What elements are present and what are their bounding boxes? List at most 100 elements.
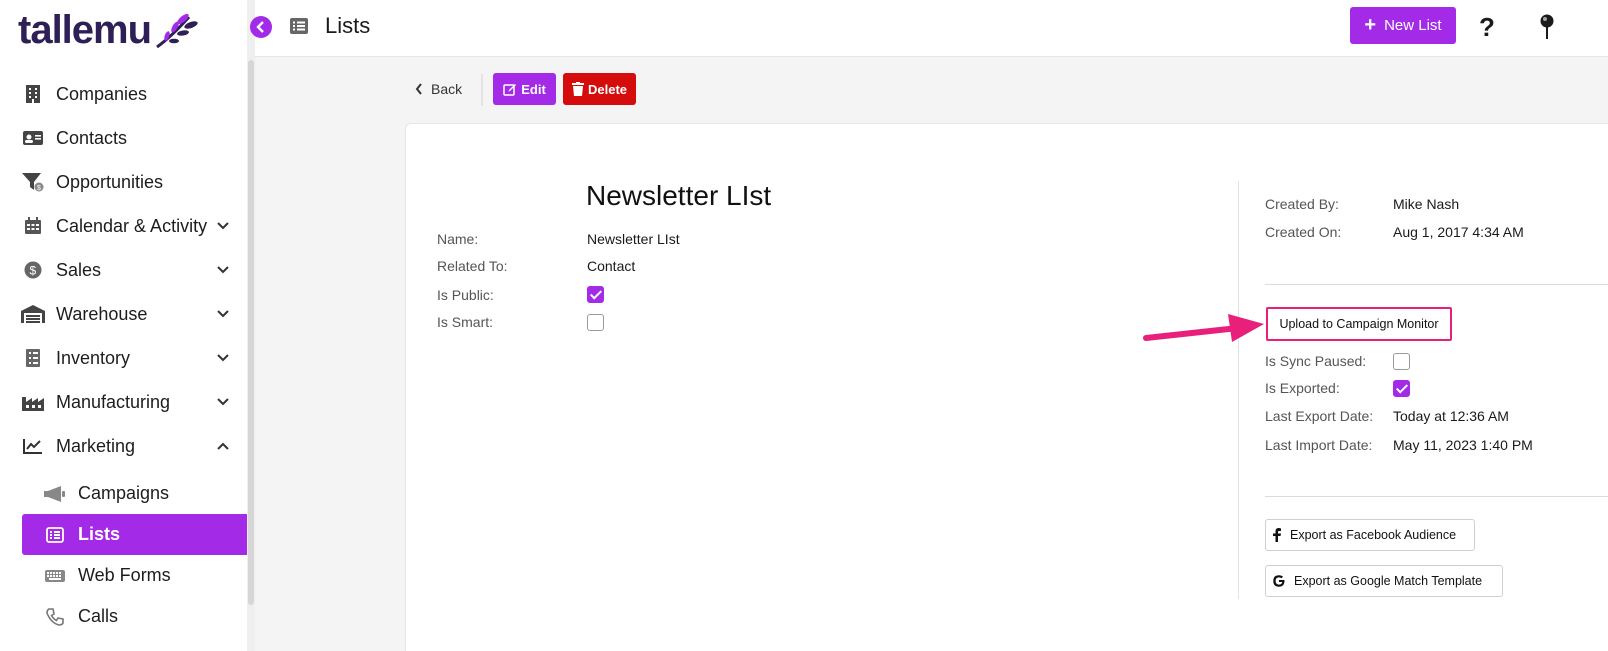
sidebar-item-label: Marketing [56, 435, 136, 456]
page-title: Lists [325, 13, 371, 38]
pin-button[interactable] [1539, 14, 1555, 45]
last-export-value: Today at 12:36 AM [1393, 408, 1509, 424]
created-by-value: Mike Nash [1393, 196, 1460, 212]
export-facebook-button[interactable]: Export as Facebook Audience [1265, 519, 1475, 551]
is-smart-label: Is Smart: [437, 314, 494, 330]
last-import-label: Last Import Date: [1265, 437, 1373, 453]
megaphone-icon [42, 484, 68, 504]
record-title: Newsletter LIst [586, 180, 772, 211]
sidebar-scrollbar-thumb[interactable] [248, 60, 254, 605]
sidebar-item-companies[interactable]: Companies [0, 72, 247, 116]
sidebar-item-opportunities[interactable]: $ Opportunities [0, 160, 247, 204]
section-divider [1265, 284, 1608, 285]
export-google-label: Export as Google Match Template [1294, 574, 1483, 588]
sidebar-item-label: Campaigns [78, 483, 170, 503]
annotation-arrow-icon [1143, 314, 1264, 342]
top-bar: Lists + New List ? [255, 0, 1608, 57]
is-exported-checkbox[interactable] [1393, 380, 1410, 397]
plus-icon: + [1364, 13, 1377, 36]
sidebar-item-warehouse[interactable]: Warehouse [0, 292, 247, 336]
export-facebook-label: Export as Facebook Audience [1290, 528, 1457, 542]
related-to-label: Related To: [437, 258, 508, 274]
chevron-down-icon[interactable] [213, 260, 233, 280]
sidebar-item-label: Manufacturing [56, 391, 171, 412]
building-icon [20, 83, 46, 105]
sidebar-item-web-forms[interactable]: Web Forms [0, 555, 247, 596]
trash-icon [571, 82, 584, 96]
upload-to-campaign-monitor-button[interactable]: Upload to Campaign Monitor [1266, 307, 1452, 341]
new-list-label: New List [1384, 17, 1442, 34]
created-on-label: Created On: [1265, 224, 1342, 240]
brand-logo[interactable]: tallemu [18, 8, 199, 53]
section-divider [1265, 496, 1608, 497]
export-google-button[interactable]: Export as Google Match Template [1265, 565, 1503, 597]
chevron-down-icon[interactable] [213, 348, 233, 368]
sidebar-item-label: Web Forms [78, 565, 171, 585]
sidebar: tallemu Companies Contacts $ Opportuniti… [0, 0, 255, 651]
sidebar-item-label: Contacts [56, 127, 128, 148]
upload-label: Upload to Campaign Monitor [1279, 317, 1439, 331]
checklist-icon [20, 347, 46, 369]
svg-text:$: $ [30, 264, 37, 278]
keyboard-icon [42, 566, 68, 586]
back-label: Back [431, 81, 463, 97]
last-import-value: May 11, 2023 1:40 PM [1393, 437, 1533, 453]
edit-button[interactable]: Edit [493, 73, 556, 105]
sidebar-item-label: Warehouse [56, 303, 148, 324]
list-icon [42, 525, 68, 545]
edit-icon [503, 84, 517, 96]
chevron-down-icon[interactable] [213, 304, 233, 324]
delete-label: Delete [587, 81, 628, 97]
new-list-button[interactable]: + New List [1350, 7, 1456, 44]
brand-name: tallemu [18, 8, 152, 52]
sidebar-item-label: Sales [56, 259, 102, 280]
sidebar-item-calls[interactable]: Calls [0, 596, 247, 637]
sync-paused-label: Is Sync Paused: [1265, 353, 1367, 369]
sync-paused-checkbox[interactable] [1393, 353, 1410, 370]
is-smart-checkbox[interactable] [587, 314, 604, 331]
sidebar-item-manufacturing[interactable]: Manufacturing [0, 380, 247, 424]
edit-label: Edit [521, 81, 546, 97]
sidebar-item-label: Opportunities [56, 171, 164, 192]
google-icon [1273, 575, 1285, 587]
facebook-icon [1273, 528, 1281, 542]
list-icon [289, 17, 309, 40]
id-card-icon [20, 127, 46, 149]
calendar-icon [20, 215, 46, 237]
sidebar-item-inventory[interactable]: Inventory [0, 336, 247, 380]
created-on-value: Aug 1, 2017 4:34 AM [1393, 224, 1524, 240]
help-button[interactable]: ? [1479, 12, 1495, 43]
back-link[interactable]: Back [415, 81, 462, 97]
chevron-down-icon[interactable] [213, 392, 233, 412]
pin-icon [1540, 14, 1554, 39]
collapse-sidebar-button[interactable] [250, 16, 272, 38]
sidebar-item-sales[interactable]: $ Sales [0, 248, 247, 292]
chart-line-icon [20, 435, 46, 457]
sidebar-item-lists[interactable]: Lists [22, 514, 250, 555]
sidebar-item-contacts[interactable]: Contacts [0, 116, 247, 160]
sidebar-item-calendar-activity[interactable]: Calendar & Activity [0, 204, 247, 248]
created-by-label: Created By: [1265, 196, 1339, 212]
chevron-left-icon [415, 83, 422, 95]
last-export-label: Last Export Date: [1265, 408, 1374, 424]
name-value: Newsletter LIst [587, 231, 680, 247]
sidebar-item-campaigns[interactable]: Campaigns [0, 473, 247, 514]
delete-button[interactable]: Delete [563, 73, 636, 105]
sidebar-item-marketing[interactable]: Marketing [0, 424, 247, 468]
svg-text:$: $ [37, 185, 41, 192]
sidebar-item-label: Calls [78, 606, 119, 626]
is-exported-label: Is Exported: [1265, 380, 1340, 396]
sidebar-nav: Companies Contacts $ Opportunities Calen… [0, 72, 250, 637]
factory-icon [20, 391, 46, 413]
funnel-dollar-icon: $ [20, 171, 46, 193]
sidebar-item-label: Calendar & Activity [56, 215, 208, 236]
chevron-down-icon[interactable] [213, 216, 233, 236]
chevron-up-icon[interactable] [213, 436, 233, 456]
sidebar-item-label: Inventory [56, 347, 131, 368]
leaf-logo-icon [156, 13, 198, 48]
column-divider [1238, 181, 1239, 599]
question-icon: ? [1479, 12, 1495, 42]
dollar-circle-icon: $ [20, 259, 46, 281]
sidebar-item-label: Lists [78, 524, 121, 544]
is-public-checkbox[interactable] [587, 286, 604, 303]
